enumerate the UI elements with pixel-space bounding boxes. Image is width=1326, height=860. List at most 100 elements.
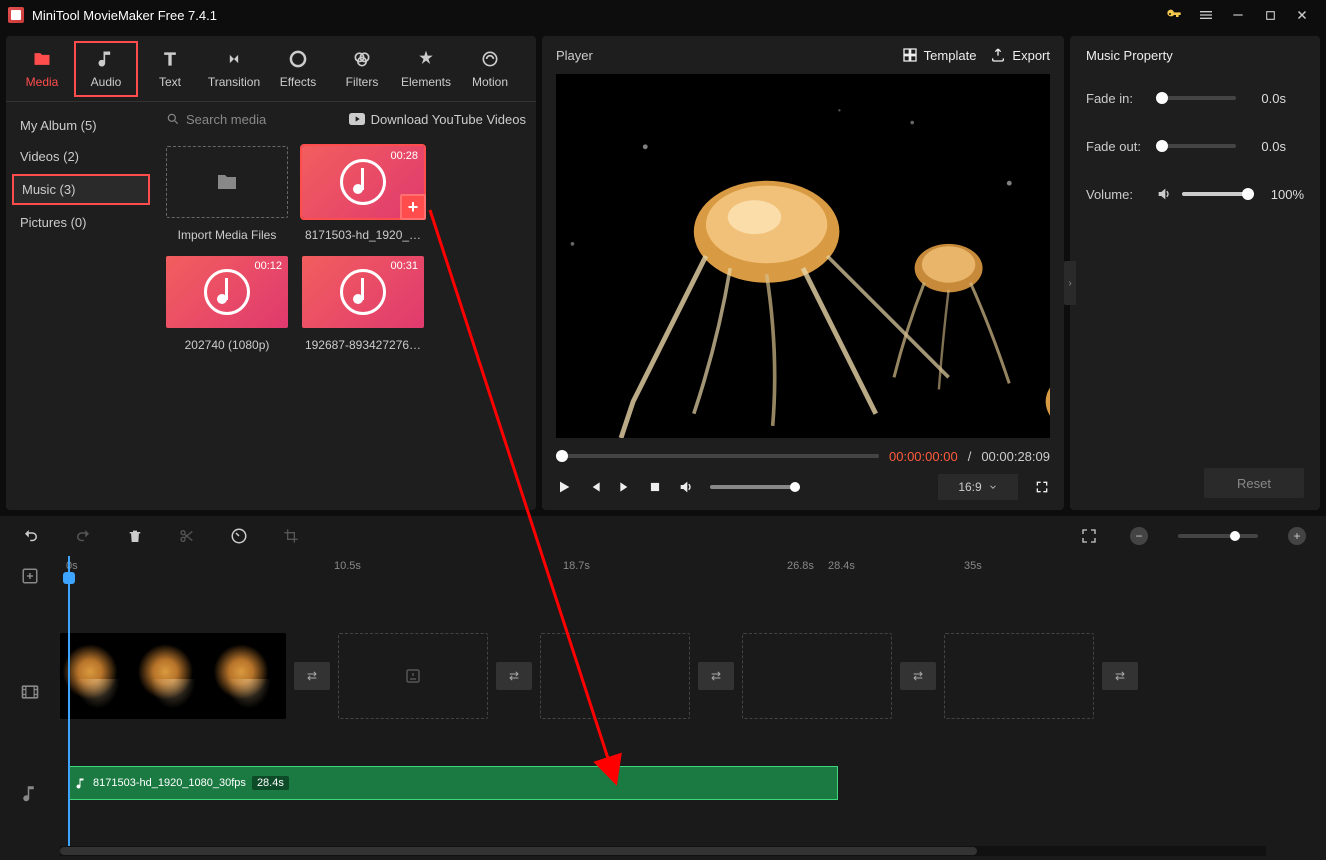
timeline-scrollbar[interactable] bbox=[60, 846, 1266, 856]
tab-audio[interactable]: Audio bbox=[74, 41, 138, 97]
close-button[interactable] bbox=[1286, 0, 1318, 30]
music-note-icon bbox=[204, 269, 250, 315]
volume-label: Volume: bbox=[1086, 187, 1146, 202]
split-button[interactable] bbox=[176, 528, 198, 544]
youtube-icon bbox=[349, 113, 365, 125]
volume-slider[interactable] bbox=[710, 485, 800, 489]
property-panel: › Music Property Fade in: 0.0s Fade out:… bbox=[1070, 36, 1320, 510]
transition-slot[interactable]: ⇄ bbox=[900, 662, 936, 690]
fadeout-slider[interactable] bbox=[1156, 144, 1236, 148]
main-tabs: Media Audio Text Transition Effects Filt… bbox=[6, 36, 536, 102]
upgrade-key-icon[interactable] bbox=[1158, 0, 1190, 30]
download-youtube-button[interactable]: Download YouTube Videos bbox=[349, 112, 526, 127]
minimize-button[interactable] bbox=[1222, 0, 1254, 30]
template-button[interactable]: Template bbox=[902, 47, 977, 63]
empty-clip-slot[interactable] bbox=[742, 633, 892, 719]
fit-timeline-button[interactable] bbox=[1078, 528, 1100, 544]
media-panel: Media Audio Text Transition Effects Filt… bbox=[6, 36, 536, 510]
fullscreen-button[interactable] bbox=[1034, 479, 1050, 495]
zoom-in-button[interactable]: + bbox=[1288, 527, 1306, 545]
sidebar-item-music[interactable]: Music (3) bbox=[12, 174, 150, 205]
prev-frame-button[interactable] bbox=[588, 480, 602, 494]
tab-elements[interactable]: Elements bbox=[394, 41, 458, 97]
media-item[interactable]: 00:12 202740 (1080p) bbox=[166, 256, 288, 352]
seek-bar[interactable] bbox=[556, 454, 879, 458]
tab-text[interactable]: Text bbox=[138, 41, 202, 97]
video-clip[interactable] bbox=[60, 633, 286, 719]
empty-clip-slot[interactable] bbox=[944, 633, 1094, 719]
timeline-tracks[interactable]: 0s 10.5s 18.7s 26.8s 28.4s 35s ⇄ ⇄ ⇄ ⇄ bbox=[60, 556, 1326, 846]
add-to-timeline-button[interactable]: + bbox=[400, 194, 426, 220]
redo-button[interactable] bbox=[72, 527, 94, 545]
import-media-button[interactable]: Import Media Files bbox=[166, 146, 288, 242]
playhead[interactable] bbox=[68, 556, 70, 846]
sidebar-item-videos[interactable]: Videos (2) bbox=[6, 141, 156, 172]
fadein-label: Fade in: bbox=[1086, 91, 1146, 106]
folder-icon bbox=[215, 170, 239, 194]
panel-collapse-button[interactable]: › bbox=[1064, 261, 1076, 305]
music-note-icon bbox=[340, 159, 386, 205]
video-preview[interactable] bbox=[556, 74, 1050, 438]
add-track-button[interactable] bbox=[0, 556, 60, 596]
chevron-down-icon bbox=[988, 482, 998, 492]
aspect-ratio-select[interactable]: 16:9 bbox=[938, 474, 1018, 500]
volume-slider-prop[interactable] bbox=[1182, 192, 1254, 196]
titlebar: MiniTool MovieMaker Free 7.4.1 bbox=[0, 0, 1326, 30]
volume-value: 100% bbox=[1264, 187, 1304, 202]
tab-motion[interactable]: Motion bbox=[458, 41, 522, 97]
delete-button[interactable] bbox=[124, 528, 146, 544]
export-icon bbox=[990, 47, 1006, 63]
menu-icon[interactable] bbox=[1190, 0, 1222, 30]
search-input[interactable]: Search media bbox=[166, 112, 341, 127]
search-icon bbox=[166, 112, 180, 126]
fadeout-label: Fade out: bbox=[1086, 139, 1146, 154]
audio-clip[interactable]: 8171503-hd_1920_1080_30fps 28.4s bbox=[68, 766, 838, 800]
transition-slot[interactable]: ⇄ bbox=[496, 662, 532, 690]
music-note-icon bbox=[340, 269, 386, 315]
tab-effects[interactable]: Effects bbox=[266, 41, 330, 97]
export-button[interactable]: Export bbox=[990, 47, 1050, 63]
audio-track-icon bbox=[0, 740, 60, 846]
timeline-panel: − + 0s 10.5s 18.7s 26.8s 28.4s 35s bbox=[0, 516, 1326, 860]
timeline-ruler[interactable]: 0s 10.5s 18.7s 26.8s 28.4s 35s bbox=[60, 556, 1326, 580]
tab-transition[interactable]: Transition bbox=[202, 41, 266, 97]
transition-slot[interactable]: ⇄ bbox=[698, 662, 734, 690]
media-item[interactable]: 00:28 + 8171503-hd_1920_… bbox=[302, 146, 424, 242]
transition-slot[interactable]: ⇄ bbox=[1102, 662, 1138, 690]
media-grid: Import Media Files 00:28 + 8171503-hd_19… bbox=[156, 136, 536, 510]
property-title: Music Property bbox=[1086, 36, 1304, 74]
app-title: MiniTool MovieMaker Free 7.4.1 bbox=[32, 8, 217, 23]
album-sidebar: My Album (5) Videos (2) Music (3) Pictur… bbox=[6, 102, 156, 510]
fadein-slider[interactable] bbox=[1156, 96, 1236, 100]
speaker-icon[interactable] bbox=[1156, 186, 1172, 202]
transition-slot[interactable]: ⇄ bbox=[294, 662, 330, 690]
speed-button[interactable] bbox=[228, 527, 250, 545]
stop-button[interactable] bbox=[648, 480, 662, 494]
tab-filters[interactable]: Filters bbox=[330, 41, 394, 97]
undo-button[interactable] bbox=[20, 527, 42, 545]
fadein-value: 0.0s bbox=[1246, 91, 1286, 106]
fadeout-value: 0.0s bbox=[1246, 139, 1286, 154]
sidebar-item-myalbum[interactable]: My Album (5) bbox=[6, 110, 156, 141]
empty-clip-slot[interactable] bbox=[540, 633, 690, 719]
volume-icon[interactable] bbox=[678, 479, 694, 495]
play-button[interactable] bbox=[556, 479, 572, 495]
tab-media[interactable]: Media bbox=[10, 41, 74, 97]
time-total: 00:00:28:09 bbox=[981, 449, 1050, 464]
audio-track[interactable]: 8171503-hd_1920_1080_30fps 28.4s bbox=[60, 724, 1326, 814]
maximize-button[interactable] bbox=[1254, 0, 1286, 30]
sidebar-item-pictures[interactable]: Pictures (0) bbox=[6, 207, 156, 238]
template-icon bbox=[902, 47, 918, 63]
zoom-out-button[interactable]: − bbox=[1130, 527, 1148, 545]
video-track[interactable]: ⇄ ⇄ ⇄ ⇄ ⇄ bbox=[60, 628, 1326, 724]
crop-button[interactable] bbox=[280, 528, 302, 544]
app-logo bbox=[8, 7, 24, 23]
media-item[interactable]: 00:31 192687-893427276… bbox=[302, 256, 424, 352]
next-frame-button[interactable] bbox=[618, 480, 632, 494]
reset-button[interactable]: Reset bbox=[1204, 468, 1304, 498]
empty-clip-slot[interactable] bbox=[338, 633, 488, 719]
music-note-icon bbox=[75, 777, 87, 789]
zoom-slider[interactable] bbox=[1178, 534, 1258, 538]
player-title: Player bbox=[556, 48, 888, 63]
player-panel: Player Template Export bbox=[542, 36, 1064, 510]
